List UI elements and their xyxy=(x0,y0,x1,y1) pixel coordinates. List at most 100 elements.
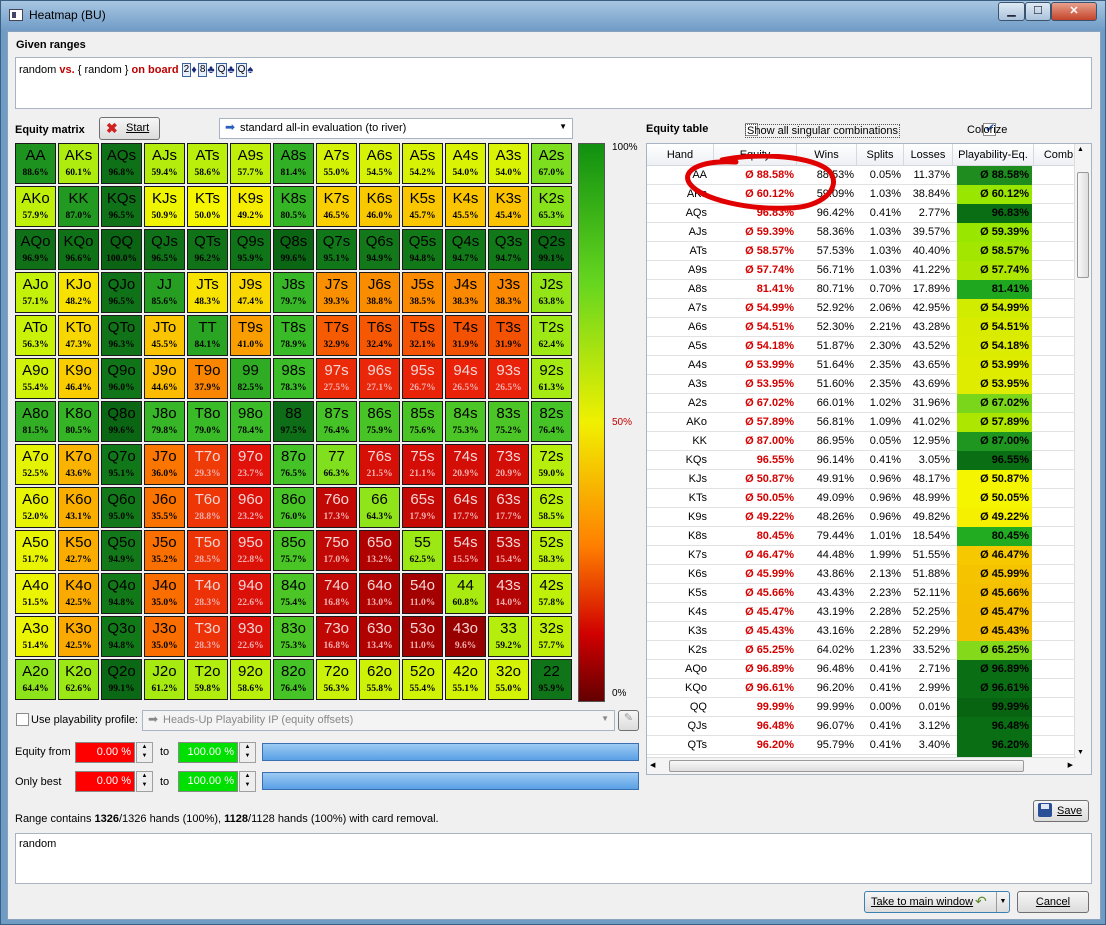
matrix-cell-J2s[interactable]: J2s 63.8% xyxy=(531,272,572,313)
table-row[interactable]: QJs 96.48% 96.07% 0.41% 3.12% 96.48% xyxy=(647,717,1074,736)
column-header-playability-eq-[interactable]: Playability-Eq. xyxy=(953,144,1034,166)
maximize-button[interactable]: ☐ xyxy=(1025,2,1051,21)
table-row[interactable]: A2s Ø 67.02% 66.01% 1.02% 31.96% Ø 67.02% xyxy=(647,394,1074,413)
matrix-cell-92s[interactable]: 92s 61.3% xyxy=(531,358,572,399)
table-row[interactable]: KTs Ø 50.05% 49.09% 0.96% 48.99% Ø 50.05% xyxy=(647,489,1074,508)
table-row[interactable]: A4s Ø 53.99% 51.64% 2.35% 43.65% Ø 53.99% xyxy=(647,356,1074,375)
matrix-cell-J7o[interactable]: J7o 36.0% xyxy=(144,444,185,485)
matrix-cell-J6s[interactable]: J6s 38.8% xyxy=(359,272,400,313)
matrix-cell-K8s[interactable]: K8s 80.5% xyxy=(273,186,314,227)
matrix-cell-J8o[interactable]: J8o 79.8% xyxy=(144,401,185,442)
matrix-cell-44[interactable]: 44 60.8% xyxy=(445,573,486,614)
matrix-cell-T6s[interactable]: T6s 32.4% xyxy=(359,315,400,356)
matrix-cell-Q6s[interactable]: Q6s 94.9% xyxy=(359,229,400,270)
matrix-cell-A7s[interactable]: A7s 55.0% xyxy=(316,143,357,184)
close-button[interactable]: ✕ xyxy=(1051,2,1097,21)
matrix-cell-K6o[interactable]: K6o 43.1% xyxy=(58,487,99,528)
matrix-cell-32o[interactable]: 32o 55.0% xyxy=(488,659,529,700)
matrix-cell-AQo[interactable]: AQo 96.9% xyxy=(15,229,56,270)
matrix-cell-43o[interactable]: 43o 9.6% xyxy=(445,616,486,657)
matrix-cell-42o[interactable]: 42o 55.1% xyxy=(445,659,486,700)
table-row[interactable]: K6s Ø 45.99% 43.86% 2.13% 51.88% Ø 45.99% xyxy=(647,565,1074,584)
matrix-cell-K5s[interactable]: K5s 45.7% xyxy=(402,186,443,227)
matrix-cell-AJs[interactable]: AJs 59.4% xyxy=(144,143,185,184)
matrix-cell-K9s[interactable]: K9s 49.2% xyxy=(230,186,271,227)
table-row[interactable]: K7s Ø 46.47% 44.48% 1.99% 51.55% Ø 46.47% xyxy=(647,546,1074,565)
matrix-cell-T3o[interactable]: T3o 28.3% xyxy=(187,616,228,657)
column-header-splits[interactable]: Splits xyxy=(857,144,904,166)
matrix-cell-Q5s[interactable]: Q5s 94.8% xyxy=(402,229,443,270)
table-row[interactable]: K3s Ø 45.43% 43.16% 2.28% 52.29% Ø 45.43% xyxy=(647,622,1074,641)
table-row[interactable]: KK Ø 87.00% 86.95% 0.05% 12.95% Ø 87.00% xyxy=(647,432,1074,451)
matrix-cell-92o[interactable]: 92o 58.6% xyxy=(230,659,271,700)
matrix-cell-94o[interactable]: 94o 22.6% xyxy=(230,573,271,614)
matrix-cell-97s[interactable]: 97s 27.5% xyxy=(316,358,357,399)
matrix-cell-52s[interactable]: 52s 58.3% xyxy=(531,530,572,571)
edit-profile-button[interactable]: ✎ xyxy=(618,710,639,731)
matrix-cell-J6o[interactable]: J6o 35.5% xyxy=(144,487,185,528)
matrix-cell-J7s[interactable]: J7s 39.3% xyxy=(316,272,357,313)
matrix-cell-62s[interactable]: 62s 58.5% xyxy=(531,487,572,528)
column-header-losses[interactable]: Losses xyxy=(904,144,953,166)
matrix-cell-AQs[interactable]: AQs 96.8% xyxy=(101,143,142,184)
matrix-cell-64o[interactable]: 64o 13.0% xyxy=(359,573,400,614)
matrix-cell-T9s[interactable]: T9s 41.0% xyxy=(230,315,271,356)
matrix-cell-J4s[interactable]: J4s 38.3% xyxy=(445,272,486,313)
matrix-cell-A9s[interactable]: A9s 57.7% xyxy=(230,143,271,184)
matrix-cell-T6o[interactable]: T6o 28.8% xyxy=(187,487,228,528)
matrix-cell-73o[interactable]: 73o 16.8% xyxy=(316,616,357,657)
matrix-cell-K3s[interactable]: K3s 45.4% xyxy=(488,186,529,227)
matrix-cell-Q3s[interactable]: Q3s 94.7% xyxy=(488,229,529,270)
matrix-cell-Q4s[interactable]: Q4s 94.7% xyxy=(445,229,486,270)
matrix-cell-A9o[interactable]: A9o 55.4% xyxy=(15,358,56,399)
matrix-cell-65s[interactable]: 65s 17.9% xyxy=(402,487,443,528)
matrix-cell-A5s[interactable]: A5s 54.2% xyxy=(402,143,443,184)
matrix-cell-K9o[interactable]: K9o 46.4% xyxy=(58,358,99,399)
matrix-cell-54o[interactable]: 54o 11.0% xyxy=(402,573,443,614)
matrix-cell-T5s[interactable]: T5s 32.1% xyxy=(402,315,443,356)
matrix-cell-73s[interactable]: 73s 20.9% xyxy=(488,444,529,485)
only-best-to-input[interactable]: 100.00 % xyxy=(178,771,238,792)
vertical-scrollbar[interactable]: ▲ ▼ xyxy=(1074,144,1091,774)
matrix-cell-97o[interactable]: 97o 23.7% xyxy=(230,444,271,485)
table-row[interactable]: A6s Ø 54.51% 52.30% 2.21% 43.28% Ø 54.51% xyxy=(647,318,1074,337)
matrix-cell-A2s[interactable]: A2s 67.0% xyxy=(531,143,572,184)
matrix-cell-A8s[interactable]: A8s 81.4% xyxy=(273,143,314,184)
matrix-cell-K7s[interactable]: K7s 46.5% xyxy=(316,186,357,227)
equity-to-input[interactable]: 100.00 % xyxy=(178,742,238,763)
matrix-cell-87s[interactable]: 87s 76.4% xyxy=(316,401,357,442)
table-row[interactable]: A9s Ø 57.74% 56.71% 1.03% 41.22% Ø 57.74% xyxy=(647,261,1074,280)
matrix-cell-Q7o[interactable]: Q7o 95.1% xyxy=(101,444,142,485)
table-row[interactable]: KQo Ø 96.61% 96.20% 0.41% 2.99% Ø 96.61% xyxy=(647,679,1074,698)
matrix-cell-93o[interactable]: 93o 22.6% xyxy=(230,616,271,657)
matrix-cell-KQs[interactable]: KQs 96.5% xyxy=(101,186,142,227)
playability-profile-dropdown[interactable]: ➡ Heads-Up Playability IP (equity offset… xyxy=(142,710,615,731)
matrix-cell-QQ[interactable]: QQ 100.0% xyxy=(101,229,142,270)
matrix-cell-A6s[interactable]: A6s 54.5% xyxy=(359,143,400,184)
only-best-from-spinner[interactable]: ▲ ▼ xyxy=(136,771,153,792)
matrix-cell-T2o[interactable]: T2o 59.8% xyxy=(187,659,228,700)
matrix-cell-A6o[interactable]: A6o 52.0% xyxy=(15,487,56,528)
matrix-cell-33[interactable]: 33 59.2% xyxy=(488,616,529,657)
matrix-cell-KTs[interactable]: KTs 50.0% xyxy=(187,186,228,227)
matrix-cell-54s[interactable]: 54s 15.5% xyxy=(445,530,486,571)
matrix-cell-74s[interactable]: 74s 20.9% xyxy=(445,444,486,485)
matrix-cell-86o[interactable]: 86o 76.0% xyxy=(273,487,314,528)
matrix-cell-64s[interactable]: 64s 17.7% xyxy=(445,487,486,528)
matrix-cell-Q5o[interactable]: Q5o 94.9% xyxy=(101,530,142,571)
matrix-cell-T7s[interactable]: T7s 32.9% xyxy=(316,315,357,356)
only-best-range-slider[interactable] xyxy=(262,772,639,790)
take-to-main-window-button[interactable]: Take to main window ↶ ▼ xyxy=(864,891,1010,913)
table-row[interactable]: A7s Ø 54.99% 52.92% 2.06% 42.95% Ø 54.99% xyxy=(647,299,1074,318)
matrix-cell-94s[interactable]: 94s 26.5% xyxy=(445,358,486,399)
matrix-cell-A8o[interactable]: A8o 81.5% xyxy=(15,401,56,442)
horizontal-scrollbar[interactable]: ◀ ▶ xyxy=(647,757,1076,774)
table-row[interactable]: K2s Ø 65.25% 64.02% 1.23% 33.52% Ø 65.25% xyxy=(647,641,1074,660)
matrix-cell-K8o[interactable]: K8o 80.5% xyxy=(58,401,99,442)
matrix-cell-Q2s[interactable]: Q2s 99.1% xyxy=(531,229,572,270)
matrix-cell-72s[interactable]: 72s 59.0% xyxy=(531,444,572,485)
matrix-cell-85s[interactable]: 85s 75.6% xyxy=(402,401,443,442)
matrix-cell-74o[interactable]: 74o 16.8% xyxy=(316,573,357,614)
matrix-cell-J2o[interactable]: J2o 61.2% xyxy=(144,659,185,700)
table-row[interactable]: K4s Ø 45.47% 43.19% 2.28% 52.25% Ø 45.47% xyxy=(647,603,1074,622)
